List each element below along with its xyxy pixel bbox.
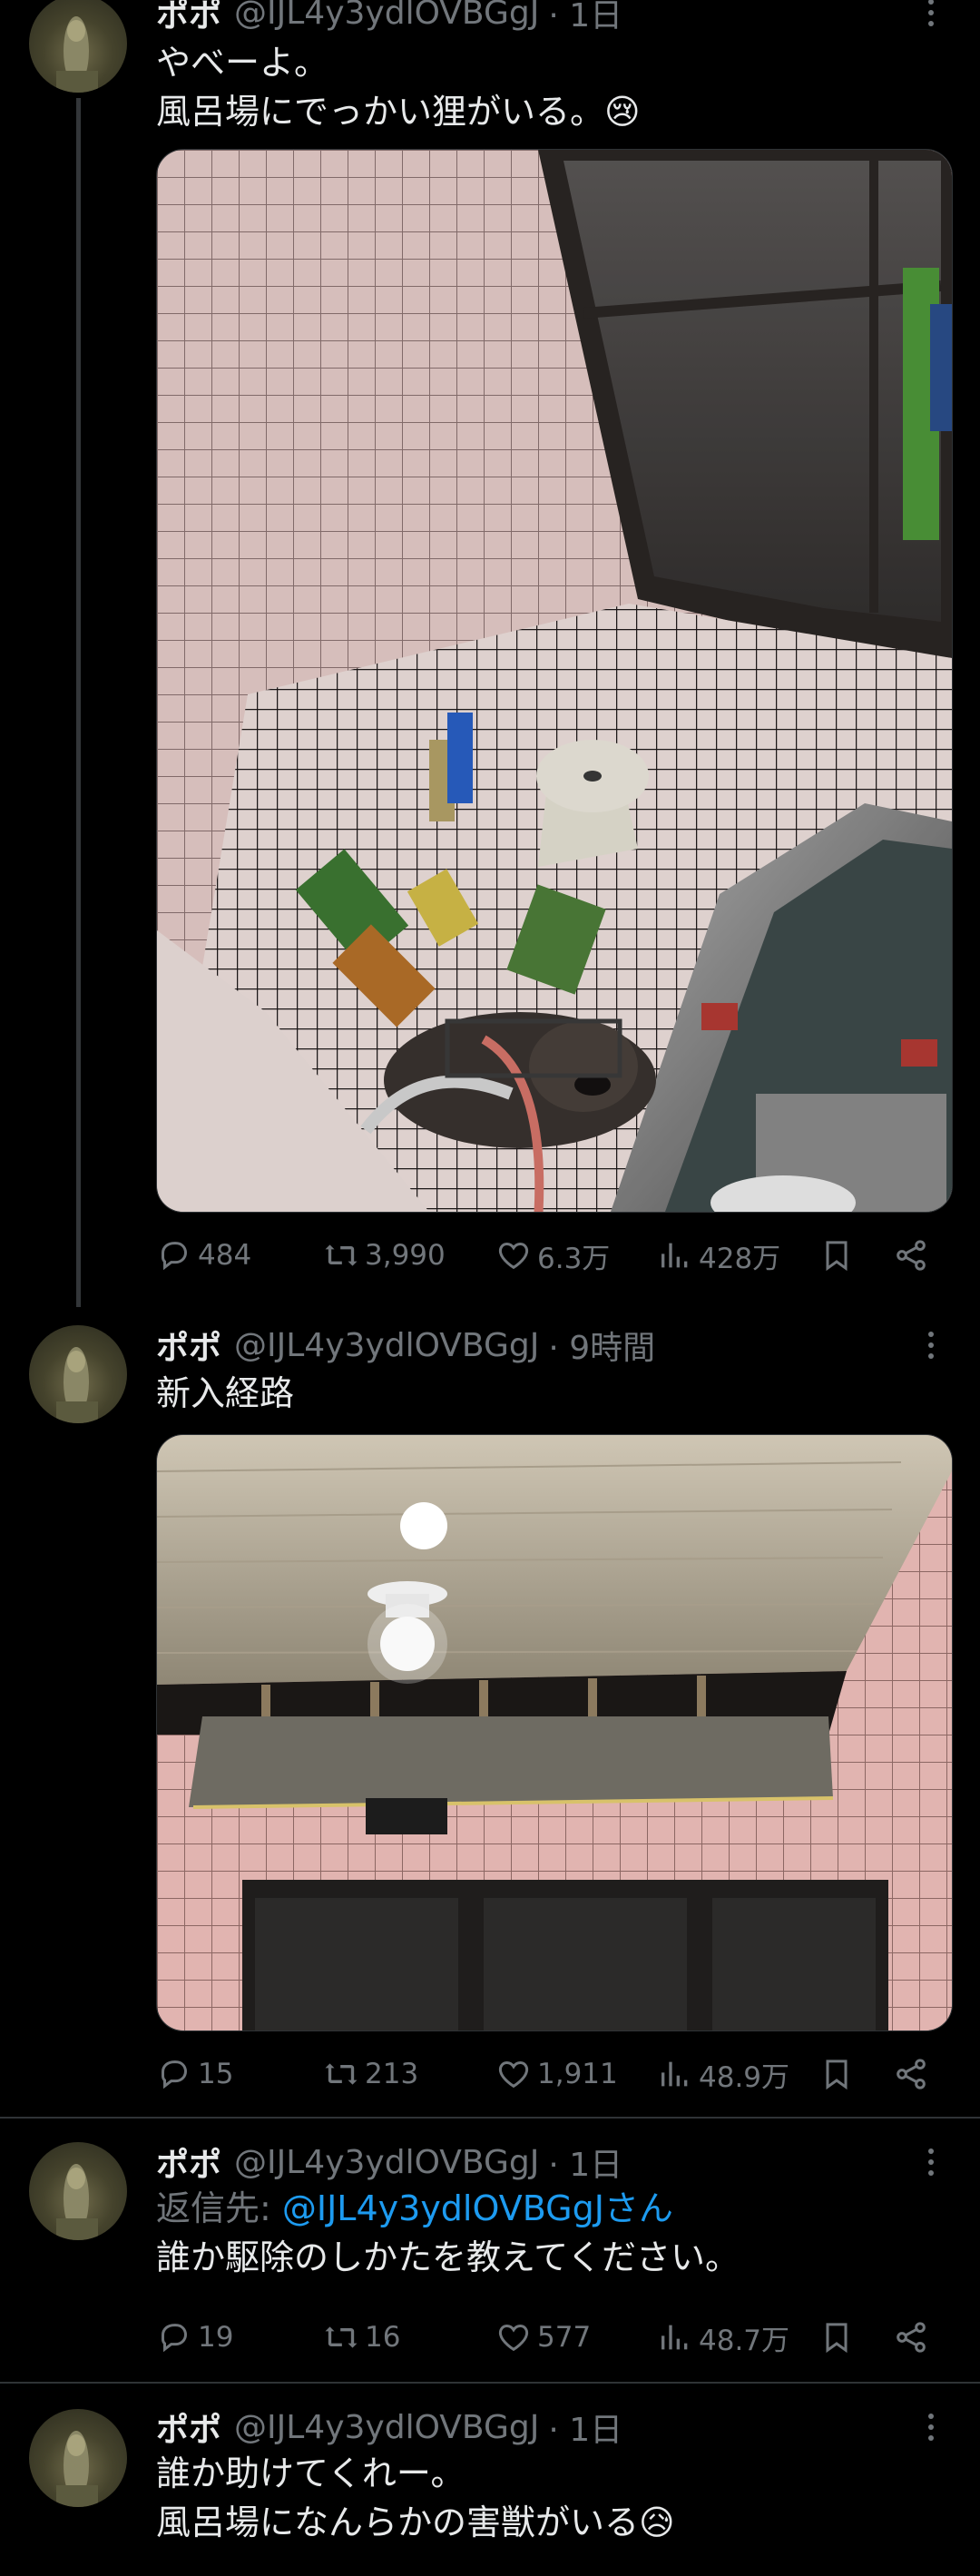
more-options-button[interactable] — [913, 2405, 949, 2449]
retweet-icon — [325, 2326, 358, 2348]
timestamp[interactable]: · 1日 — [548, 2138, 622, 2186]
bookmark-button[interactable] — [818, 2315, 855, 2360]
like-count: 1,911 — [537, 2058, 618, 2090]
tweet-actions: 19 16 577 48.7万 — [156, 2315, 946, 2360]
heart-icon — [498, 1242, 529, 1270]
tweet-text-line: 誰か助けてくれー。 — [156, 2453, 466, 2493]
tweet-text-line: 新入経路 — [156, 1373, 295, 1413]
reply-icon — [162, 2060, 188, 2089]
avatar[interactable] — [29, 2142, 127, 2240]
tweet-text-line: 風呂場になんらかの害獣がいる😥 — [156, 2502, 675, 2542]
tweet-text: やべーよ。 風呂場にでっかい狸がいる。😢 — [156, 38, 936, 136]
tweet-divider — [0, 2382, 980, 2384]
reply-to-label: 返信先: — [156, 2188, 282, 2228]
display-name[interactable]: ポポ — [156, 0, 221, 36]
thread-line — [76, 98, 81, 1307]
tweet-text-line: 風呂場にでっかい狸がいる。😢 — [156, 92, 641, 132]
reply-count: 484 — [198, 1239, 252, 1272]
bookmark-button[interactable] — [818, 1233, 855, 1278]
views-icon — [662, 1243, 688, 1268]
share-icon — [897, 2322, 926, 2353]
views-icon — [662, 2325, 688, 2350]
tweet-text: 誰か助けてくれー。 風呂場になんらかの害獣がいる😥 — [156, 2449, 936, 2547]
reply-icon — [162, 1242, 188, 1271]
avatar[interactable] — [29, 0, 127, 93]
heart-icon — [498, 2324, 529, 2352]
tweet-header: ポポ @IJL4y3ydlOVBGgJ · 1日 — [156, 2404, 622, 2451]
share-button[interactable] — [893, 1233, 929, 1278]
tweet-text: 新入経路 — [156, 1369, 936, 1418]
tweet-photo[interactable] — [156, 1434, 953, 2031]
share-button[interactable] — [893, 2051, 929, 2097]
share-icon — [897, 1240, 926, 1271]
display-name[interactable]: ポポ — [156, 2404, 221, 2451]
like-button[interactable]: 577 — [495, 2315, 591, 2360]
timestamp[interactable]: · 1日 — [548, 2404, 622, 2451]
reply-to-mention[interactable]: @IJL4y3ydlOVBGgJさん — [282, 2188, 673, 2228]
tweet-actions: 15 213 1,911 48.9万 — [156, 2051, 946, 2097]
retweet-count: 3,990 — [365, 1239, 446, 1272]
avatar[interactable] — [29, 2409, 127, 2507]
share-icon — [897, 2059, 926, 2089]
views-button[interactable]: 428万 — [657, 1233, 780, 1278]
reply-icon — [162, 2324, 188, 2353]
reply-context: 返信先: @IJL4y3ydlOVBGgJさん — [156, 2184, 936, 2233]
tweet-actions: 484 3,990 6.3万 428万 — [156, 1233, 946, 1278]
retweet-icon — [325, 1244, 358, 1266]
bookmark-icon — [826, 1241, 848, 1272]
handle[interactable]: @IJL4y3ydlOVBGgJ — [234, 2409, 539, 2446]
more-options-button[interactable] — [913, 0, 949, 34]
tweet-header: ポポ @IJL4y3ydlOVBGgJ · 9時間 — [156, 1322, 655, 1369]
timestamp[interactable]: · 9時間 — [548, 1322, 655, 1369]
avatar[interactable] — [29, 1325, 127, 1423]
timestamp[interactable]: · 1日 — [548, 0, 622, 36]
more-options-button[interactable] — [913, 2140, 949, 2184]
tweet-divider — [0, 2117, 980, 2119]
handle[interactable]: @IJL4y3ydlOVBGgJ — [234, 0, 539, 32]
view-count: 48.9万 — [699, 2060, 790, 2094]
tweet-text-line: やべーよ。 — [156, 43, 329, 83]
reply-count: 19 — [198, 2321, 234, 2354]
view-count: 428万 — [699, 1242, 781, 1275]
retweet-button[interactable]: 3,990 — [323, 1233, 446, 1278]
views-button[interactable]: 48.7万 — [657, 2315, 789, 2360]
handle[interactable]: @IJL4y3ydlOVBGgJ — [234, 2144, 539, 2181]
views-icon — [662, 2061, 688, 2087]
share-button[interactable] — [893, 2315, 929, 2360]
reply-button[interactable]: 19 — [156, 2315, 233, 2360]
retweet-button[interactable]: 213 — [323, 2051, 418, 2097]
views-button[interactable]: 48.9万 — [657, 2051, 789, 2097]
display-name[interactable]: ポポ — [156, 1322, 221, 1369]
like-button[interactable]: 1,911 — [495, 2051, 618, 2097]
retweet-icon — [325, 2063, 358, 2085]
reply-button[interactable]: 484 — [156, 1233, 251, 1278]
tweet-text: 返信先: @IJL4y3ydlOVBGgJさん 誰か駆除のしかたを教えてください… — [156, 2184, 936, 2282]
more-options-button[interactable] — [913, 1323, 949, 1367]
retweet-button[interactable]: 16 — [323, 2315, 400, 2360]
reply-count: 15 — [198, 2058, 234, 2090]
heart-icon — [498, 2060, 529, 2089]
retweet-count: 213 — [365, 2058, 419, 2090]
tweet-text-line: 誰か駆除のしかたを教えてください。 — [156, 2237, 740, 2277]
bookmark-button[interactable] — [818, 2051, 855, 2097]
tweet-header: ポポ @IJL4y3ydlOVBGgJ · 1日 — [156, 2138, 622, 2186]
tweet-header: ポポ @IJL4y3ydlOVBGgJ · 1日 — [156, 0, 622, 34]
like-button[interactable]: 6.3万 — [495, 1233, 610, 1278]
bookmark-icon — [826, 2060, 848, 2090]
like-count: 577 — [537, 2321, 592, 2354]
view-count: 48.7万 — [699, 2324, 790, 2357]
bookmark-icon — [826, 2323, 848, 2354]
handle[interactable]: @IJL4y3ydlOVBGgJ — [234, 1327, 539, 1364]
display-name[interactable]: ポポ — [156, 2138, 221, 2186]
reply-button[interactable]: 15 — [156, 2051, 233, 2097]
tweet-photo[interactable] — [156, 149, 953, 1213]
retweet-count: 16 — [365, 2321, 401, 2354]
like-count: 6.3万 — [537, 1242, 611, 1275]
